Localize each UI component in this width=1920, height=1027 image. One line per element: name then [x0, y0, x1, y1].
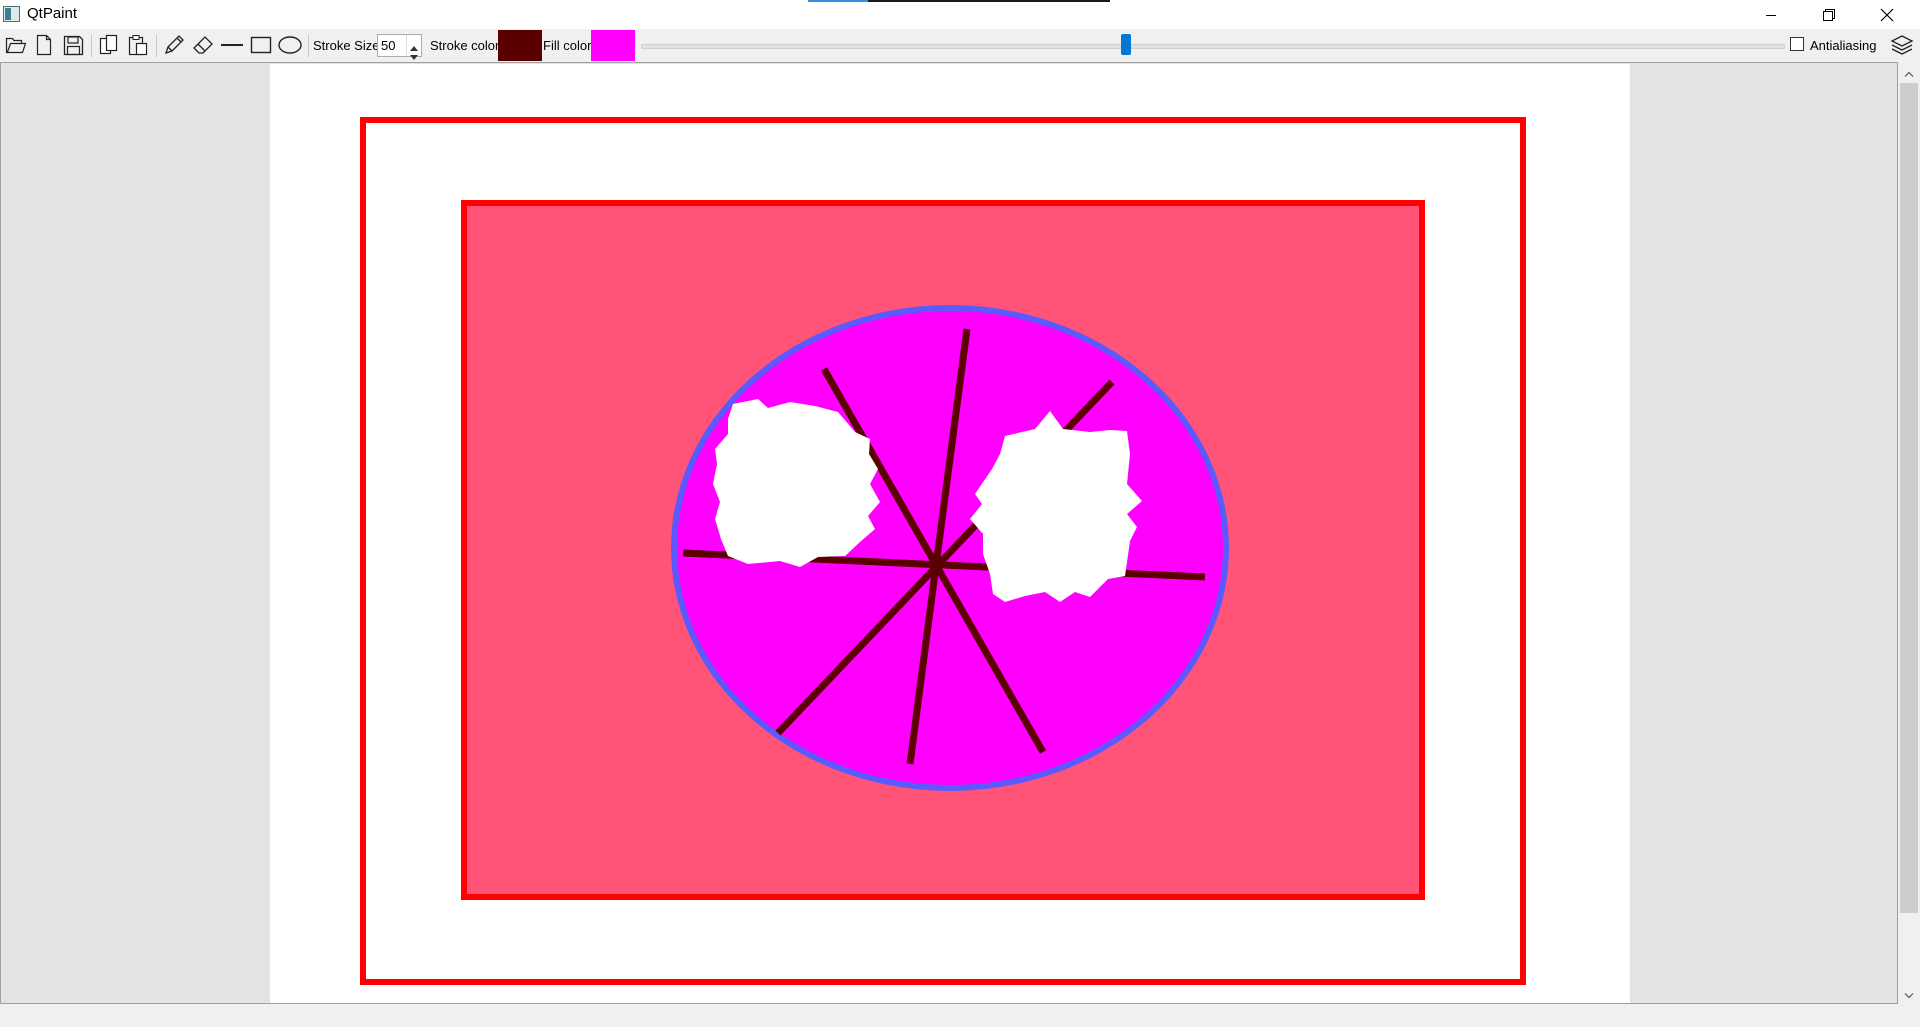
- canvas-viewport: [0, 62, 1898, 1004]
- toolbar-separator: [308, 35, 309, 57]
- ellipse-tool-button[interactable]: [277, 33, 303, 59]
- scroll-down-button[interactable]: [1898, 984, 1920, 1004]
- line-icon: [220, 34, 244, 59]
- scrollbar-thumb[interactable]: [1900, 83, 1918, 913]
- pencil-icon: [163, 34, 185, 59]
- fill-color-label: Fill color: [543, 38, 592, 53]
- slider-track[interactable]: [641, 44, 1785, 49]
- new-file-icon: [35, 34, 53, 59]
- save-button[interactable]: [60, 33, 86, 59]
- ellipse-icon: [277, 34, 303, 59]
- stroke-size-label: Stroke Size: [313, 38, 380, 53]
- eraser-tool-button[interactable]: [190, 33, 216, 59]
- restore-icon: [1823, 8, 1835, 21]
- title-accent-highlight: [808, 0, 868, 2]
- paste-icon: [127, 34, 149, 59]
- paste-button[interactable]: [125, 33, 151, 59]
- toolbar-separator: [156, 35, 157, 57]
- window-title: QtPaint: [27, 5, 78, 22]
- chevron-up-icon: [1904, 64, 1914, 80]
- open-button[interactable]: [3, 33, 29, 59]
- stroke-color-label: Stroke color: [430, 38, 500, 53]
- rectangle-icon: [249, 34, 273, 59]
- rectangle-tool-button[interactable]: [248, 33, 274, 59]
- status-bar: [0, 1004, 1920, 1027]
- new-button[interactable]: [31, 33, 57, 59]
- stroke-size-spinbox[interactable]: 50: [377, 34, 422, 60]
- restore-button[interactable]: [1800, 0, 1858, 29]
- stroke-color-swatch[interactable]: [498, 30, 542, 61]
- spin-arrows[interactable]: [406, 35, 421, 60]
- spin-down-icon[interactable]: [410, 47, 418, 63]
- eraser-icon: [192, 34, 214, 59]
- drawing-canvas[interactable]: [270, 64, 1630, 1004]
- close-icon: [1880, 8, 1894, 22]
- copy-icon: [98, 34, 120, 59]
- app-icon: [3, 6, 20, 22]
- copy-button[interactable]: [96, 33, 122, 59]
- minimize-button[interactable]: [1742, 0, 1800, 29]
- open-folder-icon: [5, 35, 27, 58]
- layers-button[interactable]: [1889, 33, 1915, 59]
- antialiasing-label: Antialiasing: [1810, 38, 1877, 53]
- save-icon: [62, 34, 84, 59]
- layers-icon: [1890, 34, 1914, 59]
- title-bar: QtPaint: [0, 0, 1920, 29]
- slider-handle[interactable]: [1121, 34, 1131, 55]
- scroll-up-button[interactable]: [1898, 62, 1920, 82]
- fill-color-swatch[interactable]: [591, 30, 635, 61]
- minimize-icon: [1765, 9, 1777, 21]
- stroke-size-value: 50: [381, 38, 396, 53]
- close-button[interactable]: [1858, 0, 1916, 29]
- toolbar-separator: [91, 35, 92, 57]
- chevron-down-icon: [1904, 986, 1914, 1002]
- pencil-tool-button[interactable]: [161, 33, 187, 59]
- line-tool-button[interactable]: [219, 33, 245, 59]
- antialiasing-checkbox[interactable]: [1790, 37, 1804, 51]
